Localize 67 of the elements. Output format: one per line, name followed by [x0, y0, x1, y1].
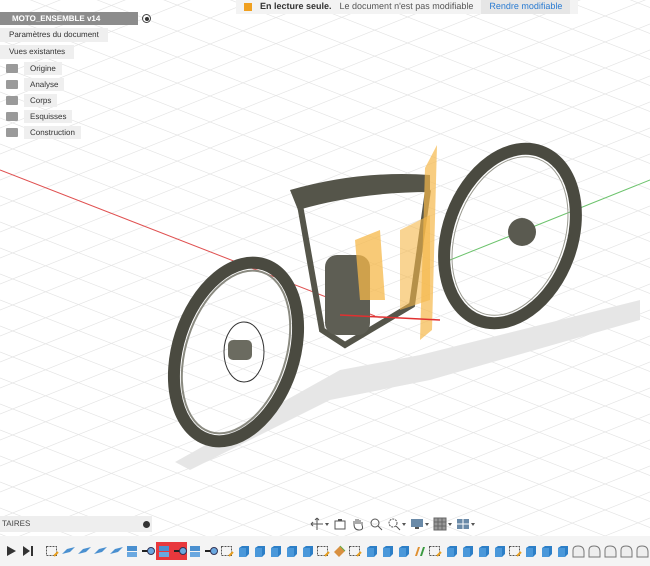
joint-icon — [204, 544, 218, 558]
panel-title: TAIRES — [2, 518, 30, 530]
browser-item[interactable]: Paramètres du document — [0, 28, 108, 42]
folder-icon — [6, 96, 18, 105]
sketch-icon — [508, 544, 522, 558]
hand-icon — [351, 517, 365, 531]
magnifier-icon — [387, 517, 401, 531]
caret-icon — [425, 522, 429, 526]
settings-icon[interactable] — [143, 520, 150, 528]
cube-icon — [539, 544, 554, 558]
browser-item[interactable]: Origine — [24, 62, 62, 75]
camera-icon — [333, 517, 347, 531]
folder-icon — [6, 80, 18, 89]
cube-icon — [300, 544, 314, 558]
stacked-bodies-icon — [156, 544, 171, 558]
move-arrows-button[interactable] — [310, 516, 329, 532]
cube-icon — [236, 544, 250, 558]
magnifier-button[interactable] — [369, 516, 383, 532]
timeline-feature[interactable] — [172, 542, 188, 560]
joint-icon — [140, 544, 155, 558]
window-grid-button[interactable] — [456, 516, 475, 532]
camera-button[interactable] — [333, 516, 347, 532]
sketch-icon — [348, 544, 362, 558]
grid-icon — [433, 517, 447, 531]
magnifier-icon — [369, 517, 383, 531]
cube-icon — [555, 544, 570, 558]
folder-icon — [6, 64, 18, 73]
caret-icon — [402, 522, 406, 526]
stacked-bodies-icon — [188, 544, 202, 558]
rounded-shape-icon — [603, 544, 618, 558]
play-icon — [7, 546, 16, 556]
move-arrows-icon — [310, 517, 324, 531]
window-grid-icon — [456, 517, 470, 531]
magnifier-button[interactable] — [387, 516, 406, 532]
sketch-icon — [316, 544, 330, 558]
cube-icon — [268, 544, 282, 558]
browser-item[interactable]: Esquisses — [24, 110, 72, 123]
stacked-bodies-icon — [124, 544, 139, 558]
cube-icon — [252, 544, 266, 558]
caret-icon — [471, 522, 475, 526]
skip-to-end-icon — [22, 546, 33, 556]
browser-item[interactable]: Corps — [24, 94, 58, 107]
monitor-button[interactable] — [410, 516, 429, 532]
cube-icon — [284, 544, 298, 558]
warning-icon — [244, 3, 252, 11]
rounded-shape-icon — [571, 544, 586, 558]
banner-message: Le document n'est pas modifiable — [340, 0, 474, 14]
sketch-icon — [220, 544, 234, 558]
browser-item[interactable]: Vues existantes — [0, 45, 74, 59]
rounded-shape-icon — [587, 544, 602, 558]
caret-icon — [325, 522, 329, 526]
grid-button[interactable] — [433, 516, 452, 532]
folder-icon — [6, 128, 18, 137]
monitor-icon — [410, 517, 424, 531]
paint-icon — [332, 544, 346, 558]
sketch-icon — [44, 544, 59, 558]
browser-item[interactable]: Analyse — [24, 78, 64, 91]
caret-icon — [448, 522, 452, 526]
radio-icon[interactable] — [142, 14, 151, 23]
joint-icon — [172, 544, 186, 558]
hand-button[interactable] — [351, 516, 365, 532]
sketch-icon — [428, 544, 442, 558]
browser-item[interactable]: Construction — [24, 126, 81, 139]
rounded-shape-icon — [619, 544, 634, 558]
banner-title: En lecture seule. — [260, 0, 332, 14]
folder-icon — [6, 112, 18, 121]
cube-icon — [523, 544, 538, 558]
